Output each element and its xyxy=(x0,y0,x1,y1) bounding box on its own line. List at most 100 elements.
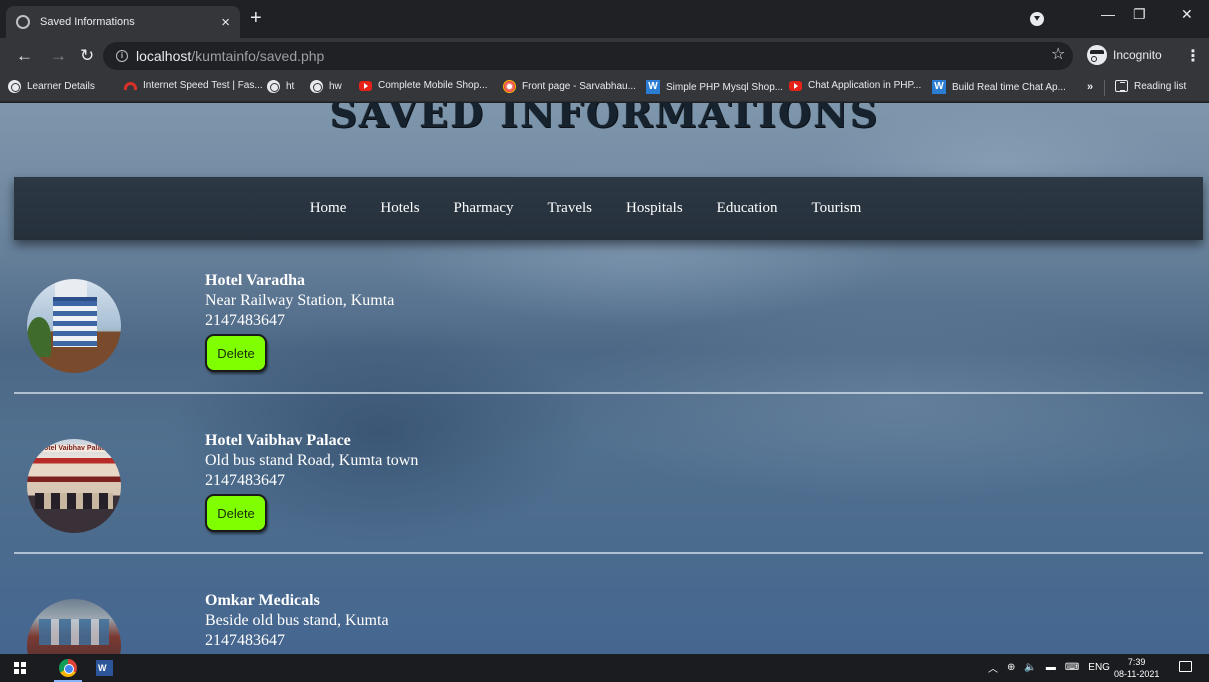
menu-kebab-icon[interactable]: ⋮ xyxy=(1185,46,1201,66)
address-bar[interactable]: i localhost /kumtainfo/saved.php xyxy=(103,42,1073,70)
notification-icon[interactable] xyxy=(1179,661,1192,672)
windows-start-icon[interactable] xyxy=(14,662,26,674)
bookmark-label: Learner Details xyxy=(27,81,95,92)
bookmarks-divider xyxy=(1104,80,1105,96)
info-icon[interactable]: i xyxy=(116,50,128,62)
window-close-icon[interactable]: ✕ xyxy=(1181,6,1193,23)
tab-title: Saved Informations xyxy=(40,16,135,28)
saved-entry: Omkar Medicals Beside old bus stand, Kum… xyxy=(205,591,389,651)
nav-link-home[interactable]: Home xyxy=(310,200,347,217)
entry-name: Omkar Medicals xyxy=(205,592,320,609)
nav-link-pharmacy[interactable]: Pharmacy xyxy=(454,200,514,217)
page-title: SAVED INFORMATIONS xyxy=(329,103,880,136)
youtube-icon xyxy=(789,80,802,91)
target-icon xyxy=(503,80,516,93)
reading-list-label: Reading list xyxy=(1134,80,1187,92)
taskbar-clock[interactable]: 7:39 08-11-2021 xyxy=(1114,656,1159,680)
saved-entry: Hotel Varadha Near Railway Station, Kumt… xyxy=(205,271,394,372)
bookmark-item[interactable]: ht xyxy=(267,80,294,93)
tab-search-icon[interactable] xyxy=(1030,12,1044,26)
nav-link-travels[interactable]: Travels xyxy=(548,200,592,217)
delete-button[interactable]: Delete xyxy=(205,334,267,372)
nav-link-education[interactable]: Education xyxy=(717,200,778,217)
bookmark-label: Chat Application in PHP... xyxy=(808,80,922,91)
bookmark-label: Simple PHP Mysql Shop... xyxy=(666,81,784,93)
bookmark-item[interactable]: W Simple PHP Mysql Shop... xyxy=(646,80,783,94)
entry-phone: 2147483647 xyxy=(205,312,285,329)
entry-address: Near Railway Station, Kumta xyxy=(205,292,395,309)
reload-icon[interactable]: ↻ xyxy=(80,46,94,66)
bookmark-item[interactable]: Internet Speed Test | Fas... xyxy=(124,80,263,91)
nav-link-hotels[interactable]: Hotels xyxy=(380,200,419,217)
forward-icon[interactable]: → xyxy=(50,46,67,66)
browser-tab[interactable]: Saved Informations × xyxy=(6,6,240,38)
bookmark-label: Complete Mobile Shop... xyxy=(378,80,488,91)
bookmark-label: Front page - Sarvabhau... xyxy=(522,81,636,92)
browser-toolbar: ← → ↻ i localhost /kumtainfo/saved.php ☆… xyxy=(0,38,1209,74)
globe-icon xyxy=(267,80,280,93)
entry-address: Old bus stand Road, Kumta town xyxy=(205,452,419,469)
reading-list-button[interactable]: Reading list xyxy=(1115,80,1186,92)
saved-entry: Hotel Vaibhav Palace Old bus stand Road,… xyxy=(205,431,418,532)
bookmark-item[interactable]: W Build Real time Chat Ap... xyxy=(932,80,1066,94)
incognito-icon xyxy=(1087,45,1107,65)
new-tab-button[interactable]: + xyxy=(250,8,262,28)
network-icon[interactable]: ⊕ xyxy=(1007,662,1015,673)
nav-link-tourism[interactable]: Tourism xyxy=(811,200,861,217)
browser-tab-strip: Saved Informations × + — ❐ ✕ xyxy=(0,0,1209,38)
entry-name: Hotel Varadha xyxy=(205,272,306,289)
hotel-photo xyxy=(27,279,121,373)
back-icon[interactable]: ← xyxy=(16,46,33,66)
volume-icon[interactable]: 🔈 xyxy=(1024,662,1036,673)
page-viewport: SAVED INFORMATIONS Home Hotels Pharmacy … xyxy=(0,103,1209,654)
chrome-icon[interactable] xyxy=(59,659,77,677)
url-host: localhost xyxy=(136,48,192,64)
nav-link-hospitals[interactable]: Hospitals xyxy=(626,200,683,217)
pharmacy-photo xyxy=(27,599,121,654)
bookmark-item[interactable]: Chat Application in PHP... xyxy=(789,80,921,91)
entry-phone: 2147483647 xyxy=(205,632,285,649)
clock-time: 7:39 xyxy=(1127,657,1146,667)
youtube-icon xyxy=(359,80,372,91)
bookmark-item[interactable]: Learner Details xyxy=(8,80,95,93)
windows-taskbar: W ︿ ⊕ 🔈 ▬ ⌨ ENG 7:39 08-11-2021 xyxy=(0,654,1209,682)
bookmark-label: ht xyxy=(286,81,295,92)
word-icon[interactable]: W xyxy=(96,660,113,676)
globe-icon xyxy=(16,15,30,29)
w-icon: W xyxy=(932,80,946,94)
w-icon: W xyxy=(646,80,660,94)
entry-address: Beside old bus stand, Kumta xyxy=(205,612,389,629)
entry-divider xyxy=(14,392,1203,394)
incognito-indicator[interactable]: Incognito xyxy=(1087,45,1162,65)
bookmark-item[interactable]: Front page - Sarvabhau... xyxy=(503,80,636,93)
globe-icon xyxy=(310,80,323,93)
hotel-photo: Hotel Vaibhav Palace xyxy=(27,439,121,533)
keyboard-icon[interactable]: ⌨ xyxy=(1065,662,1079,673)
incognito-label: Incognito xyxy=(1113,48,1162,62)
entry-phone: 2147483647 xyxy=(205,472,285,489)
chevron-up-icon[interactable]: ︿ xyxy=(988,660,998,675)
clock-date: 08-11-2021 xyxy=(1114,669,1160,679)
tab-close-icon[interactable]: × xyxy=(221,15,230,30)
restore-icon[interactable]: ❐ xyxy=(1133,6,1146,23)
site-nav-bar: Home Hotels Pharmacy Travels Hospitals E… xyxy=(14,177,1203,240)
delete-button[interactable]: Delete xyxy=(205,494,267,532)
speedometer-icon xyxy=(124,81,137,90)
reading-list-icon xyxy=(1115,80,1128,92)
bookmark-item[interactable]: hw xyxy=(310,80,342,93)
url-path: /kumtainfo/saved.php xyxy=(191,48,325,64)
entry-name: Hotel Vaibhav Palace xyxy=(205,432,351,449)
language-indicator[interactable]: ENG xyxy=(1088,662,1110,673)
entry-divider xyxy=(14,552,1203,554)
bookmarks-overflow-icon[interactable]: » xyxy=(1087,81,1093,93)
globe-icon xyxy=(8,80,21,93)
bookmark-label: Build Real time Chat Ap... xyxy=(952,81,1066,93)
photo-sign-text: Hotel Vaibhav Palace xyxy=(27,445,121,452)
bookmarks-bar: Learner Details Internet Speed Test | Fa… xyxy=(0,74,1209,102)
bookmark-label: Internet Speed Test | Fas... xyxy=(143,80,263,91)
bookmark-item[interactable]: Complete Mobile Shop... xyxy=(359,80,488,91)
minimize-icon[interactable]: — xyxy=(1101,6,1115,22)
battery-icon[interactable]: ▬ xyxy=(1046,662,1056,673)
system-tray: ︿ ⊕ 🔈 ▬ ⌨ ENG xyxy=(988,660,1119,675)
bookmark-star-icon[interactable]: ☆ xyxy=(1051,47,1065,63)
